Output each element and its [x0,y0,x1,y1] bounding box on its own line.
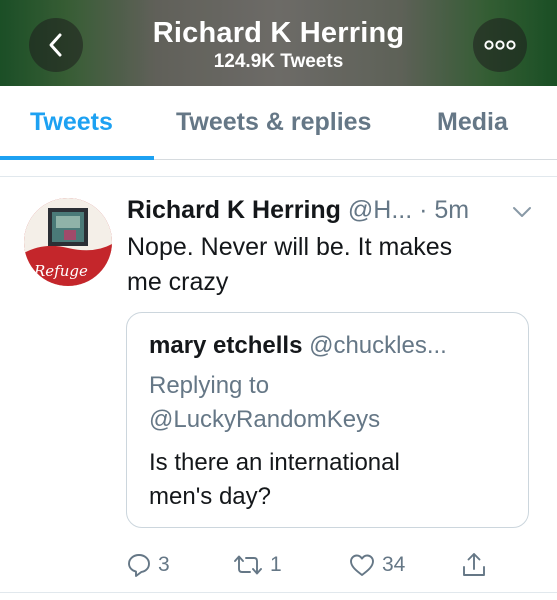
quoted-text-line: men's day? [149,483,271,510]
retweet-button[interactable]: 1 [232,549,282,581]
like-button[interactable]: 34 [348,549,405,581]
tab-tweets[interactable]: Tweets [30,108,113,137]
active-tab-indicator [0,156,154,160]
replying-to-handle[interactable]: @LuckyRandomKeys [149,403,380,437]
quoted-tweet[interactable]: mary etchells @chuckles... Replying to @… [126,312,529,528]
replying-to: Replying to @LuckyRandomKeys [149,369,380,437]
divider [0,161,557,177]
heart-icon [350,554,374,576]
tweet-text: Nope. Never will be. It makes me crazy [127,230,527,300]
quoted-text-line: Is there an international [149,449,400,476]
tab-media[interactable]: Media [437,108,508,137]
chevron-down-icon[interactable] [510,203,534,221]
avatar[interactable]: Refuge [24,198,112,286]
share-icon [463,553,485,576]
quoted-author-handle: @chuckles... [309,332,447,359]
more-horizontal-icon [484,40,516,50]
tweet-text-line: Nope. Never will be. It makes [127,233,453,261]
like-count: 34 [382,553,406,576]
tweet-actions: 3 1 34 [0,545,557,585]
tweet-timestamp[interactable]: · 5m [419,196,469,224]
avatar-caption: Refuge [33,262,88,280]
replying-to-label: Replying to [149,372,270,399]
quoted-author-name: mary etchells [149,332,303,359]
tab-tweets-and-replies[interactable]: Tweets & replies [176,108,371,137]
retweet-icon [234,555,262,575]
share-button[interactable] [460,549,488,581]
retweet-count: 1 [270,553,282,576]
author-name[interactable]: Richard K Herring [127,196,341,224]
tweet-count: 124.9K Tweets [213,51,344,72]
quoted-tweet-header: mary etchells @chuckles... [149,332,447,360]
reply-icon [128,554,150,577]
avatar-image: Refuge [24,198,112,286]
author-handle[interactable]: @H... [348,196,412,224]
more-button[interactable] [473,18,527,72]
divider [0,592,557,600]
tweet-text-line: me crazy [127,268,229,296]
reply-button[interactable]: 3 [126,549,170,581]
profile-tabs: Tweets Tweets & replies Media [0,86,557,160]
reply-count: 3 [158,553,170,576]
profile-header: Richard K Herring 124.9K Tweets [0,0,557,86]
quoted-tweet-text: Is there an international men's day? [149,446,509,514]
tweet-header: Richard K Herring @H... · 5m [127,196,469,230]
